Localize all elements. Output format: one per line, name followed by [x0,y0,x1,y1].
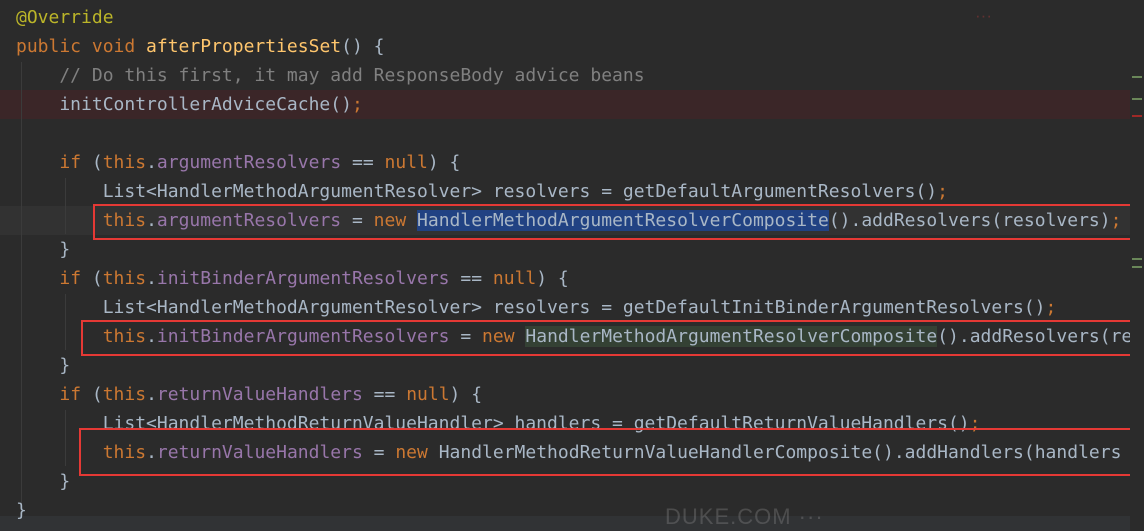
code-token: . [146,268,157,289]
code-line[interactable]: if (this.argumentResolvers == null) { [0,148,1144,177]
error-marker[interactable] [1132,115,1142,117]
code-line-text: } [0,355,70,376]
code-line-text: if (this.argumentResolvers == null) { [0,152,460,173]
code-editor[interactable]: @Override public void afterPropertiesSet(… [0,0,1144,531]
code-token: } [16,471,71,492]
code-line[interactable]: public void afterPropertiesSet() { [0,32,1144,61]
code-line[interactable]: initControllerAdviceCache(); [0,90,1144,119]
warning-marker[interactable] [1132,98,1142,100]
code-token: returnValueHandlers [156,384,363,405]
code-line[interactable]: @Override [0,3,1144,32]
code-line-text: @Override [0,7,114,28]
code-line[interactable]: List<HandlerMethodArgumentResolver> reso… [0,177,1144,206]
code-token: if [59,268,92,289]
code-token: . [146,384,157,405]
code-line[interactable]: if (this.initBinderArgumentResolvers == … [0,264,1144,293]
code-token: ; [351,94,363,115]
code-line[interactable]: if (this.returnValueHandlers == null) { [0,380,1144,409]
code-token: if [59,384,92,405]
code-token: null [384,152,428,173]
code-line-text: List<HandlerMethodArgumentResolver> reso… [0,181,948,202]
code-token: ) { [449,384,483,405]
code-line-text: initControllerAdviceCache(); [0,94,363,115]
code-token: ) { [536,268,569,289]
code-line-text: } [0,239,70,260]
code-token: ; [1045,297,1057,318]
watermark-top-right: ··· [975,6,992,25]
code-token: public [16,36,92,57]
code-line-text: List<HandlerMethodArgumentResolver> reso… [0,297,1057,318]
code-token: () { [341,36,385,57]
code-token: } [16,239,71,260]
code-token: this [102,268,147,289]
code-token: this [102,152,147,173]
code-token: this [102,384,147,405]
code-token: null [406,384,450,405]
code-token: ; [937,181,948,202]
code-line[interactable]: } [0,496,1144,525]
code-line[interactable] [0,119,1144,148]
code-line-text: if (this.returnValueHandlers == null) { [0,384,482,405]
code-token: == [362,384,407,405]
warning-marker[interactable] [1132,76,1142,78]
code-token: // Do this first, it may add ResponseBod… [16,65,645,86]
code-token: . [146,152,157,173]
code-token: ( [91,152,103,173]
code-token: } [16,355,71,376]
code-token: List<HandlerMethodArgumentResolver> reso… [16,297,1046,318]
code-token: == [341,152,385,173]
code-line-text: } [0,471,70,492]
code-token: @Override [16,7,114,28]
code-token: initBinderArgumentResolvers [156,268,450,289]
code-token: argumentResolvers [156,152,342,173]
code-token: void [91,36,147,57]
highlight-box-return-value-handlers [79,428,1137,476]
highlight-box-init-binder-resolvers [81,320,1140,356]
code-token: null [492,268,537,289]
code-token: initControllerAdviceCache() [16,94,352,115]
code-token: if [59,152,92,173]
code-line[interactable]: List<HandlerMethodArgumentResolver> reso… [0,293,1144,322]
code-token: ( [91,384,103,405]
warning-marker[interactable] [1132,266,1142,268]
code-line-text: // Do this first, it may add ResponseBod… [0,65,645,86]
code-token: ( [91,268,103,289]
code-token: afterPropertiesSet [146,36,342,57]
code-line-text: if (this.initBinderArgumentResolvers == … [0,268,569,289]
code-line[interactable]: // Do this first, it may add ResponseBod… [0,61,1144,90]
code-token: List<HandlerMethodArgumentResolver> reso… [16,181,938,202]
code-token: == [449,268,493,289]
code-line-text: } [0,500,27,521]
code-token: ) { [427,152,461,173]
code-line-text: public void afterPropertiesSet() { [0,36,384,57]
warning-marker[interactable] [1132,258,1142,260]
highlight-box-argument-resolvers [93,204,1136,240]
code-token: } [16,500,27,521]
watermark-bottom: DUKE.COM ··· [665,504,824,529]
